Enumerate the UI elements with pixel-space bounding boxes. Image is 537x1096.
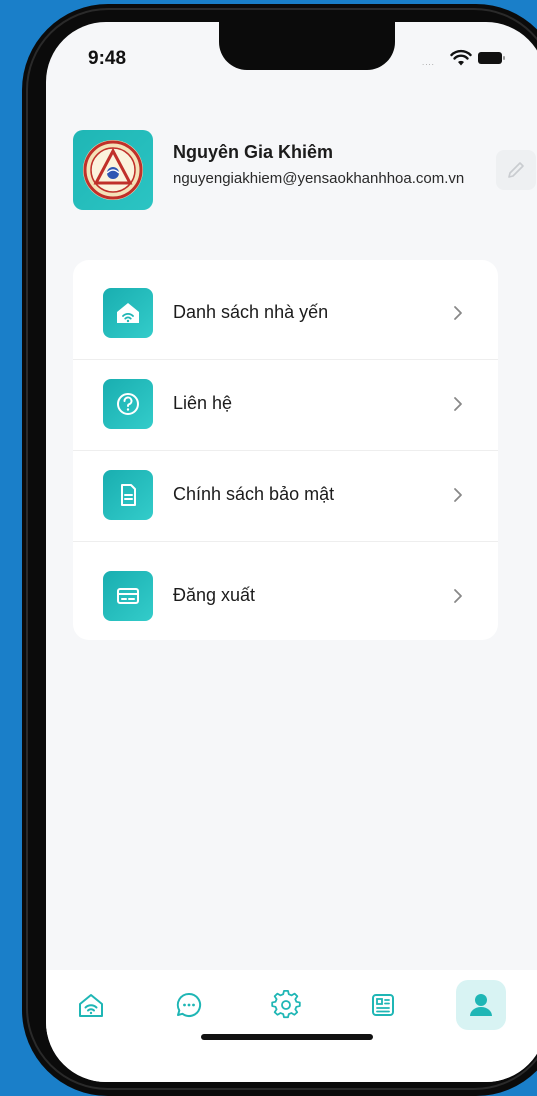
menu-label-bird-houses: Danh sách nhà yến (173, 302, 329, 322)
chevron-right-icon (454, 397, 462, 411)
card-icon (117, 588, 139, 604)
nav-settings[interactable] (261, 980, 311, 1030)
menu-label-logout: Đăng xuất (173, 585, 256, 605)
profile-name: Nguyên Gia Khiêm (173, 142, 334, 162)
phone-screen: 9:48 .... Nguyên Gia Khiêm nguyengiakhie… (46, 22, 537, 1082)
menu-divider (73, 541, 498, 542)
pencil-icon (508, 162, 524, 178)
menu-item-privacy-policy[interactable]: Chính sách bảo mật (73, 450, 498, 540)
edit-profile-button[interactable] (496, 150, 536, 190)
nav-home[interactable] (66, 980, 116, 1030)
signal-dots: .... (422, 58, 435, 67)
company-logo (83, 140, 143, 200)
battery-icon (478, 52, 505, 64)
nav-profile[interactable] (456, 980, 506, 1030)
menu-item-contact[interactable]: Liên hệ (73, 360, 498, 450)
user-icon (470, 994, 492, 1016)
menu-card: Danh sách nhà yến Liên hệ Chính sách bảo… (73, 260, 498, 640)
chevron-right-icon (454, 488, 462, 502)
document-icon-box (103, 470, 153, 520)
chat-bubble-icon (176, 992, 202, 1017)
menu-item-logout[interactable]: Đăng xuất (73, 550, 498, 640)
menu-item-bird-houses[interactable]: Danh sách nhà yến (73, 260, 498, 350)
nav-news[interactable] (358, 980, 408, 1030)
menu-label-contact: Liên hệ (173, 393, 233, 413)
home-wifi-icon (79, 994, 103, 1017)
question-icon (117, 393, 139, 415)
home-indicator (201, 1034, 373, 1040)
wifi-icon (450, 49, 472, 66)
chevron-right-icon (454, 306, 462, 320)
profile-email: nguyengiakhiem@yensaokhanhhoa.com.vn (173, 170, 465, 187)
question-icon-box (103, 379, 153, 429)
gear-icon (271, 990, 301, 1019)
status-time: 9:48 (88, 48, 127, 69)
home-wifi-icon-box (103, 288, 153, 338)
notch (219, 22, 395, 70)
newspaper-icon (372, 994, 394, 1016)
bottom-navigation (46, 970, 537, 1082)
menu-label-privacy-policy: Chính sách bảo mật (173, 484, 335, 504)
chevron-right-icon (454, 589, 462, 603)
card-icon-box (103, 571, 153, 621)
avatar (73, 130, 153, 210)
nav-chat[interactable] (164, 980, 214, 1030)
document-icon (121, 484, 136, 506)
home-wifi-icon (117, 303, 139, 323)
